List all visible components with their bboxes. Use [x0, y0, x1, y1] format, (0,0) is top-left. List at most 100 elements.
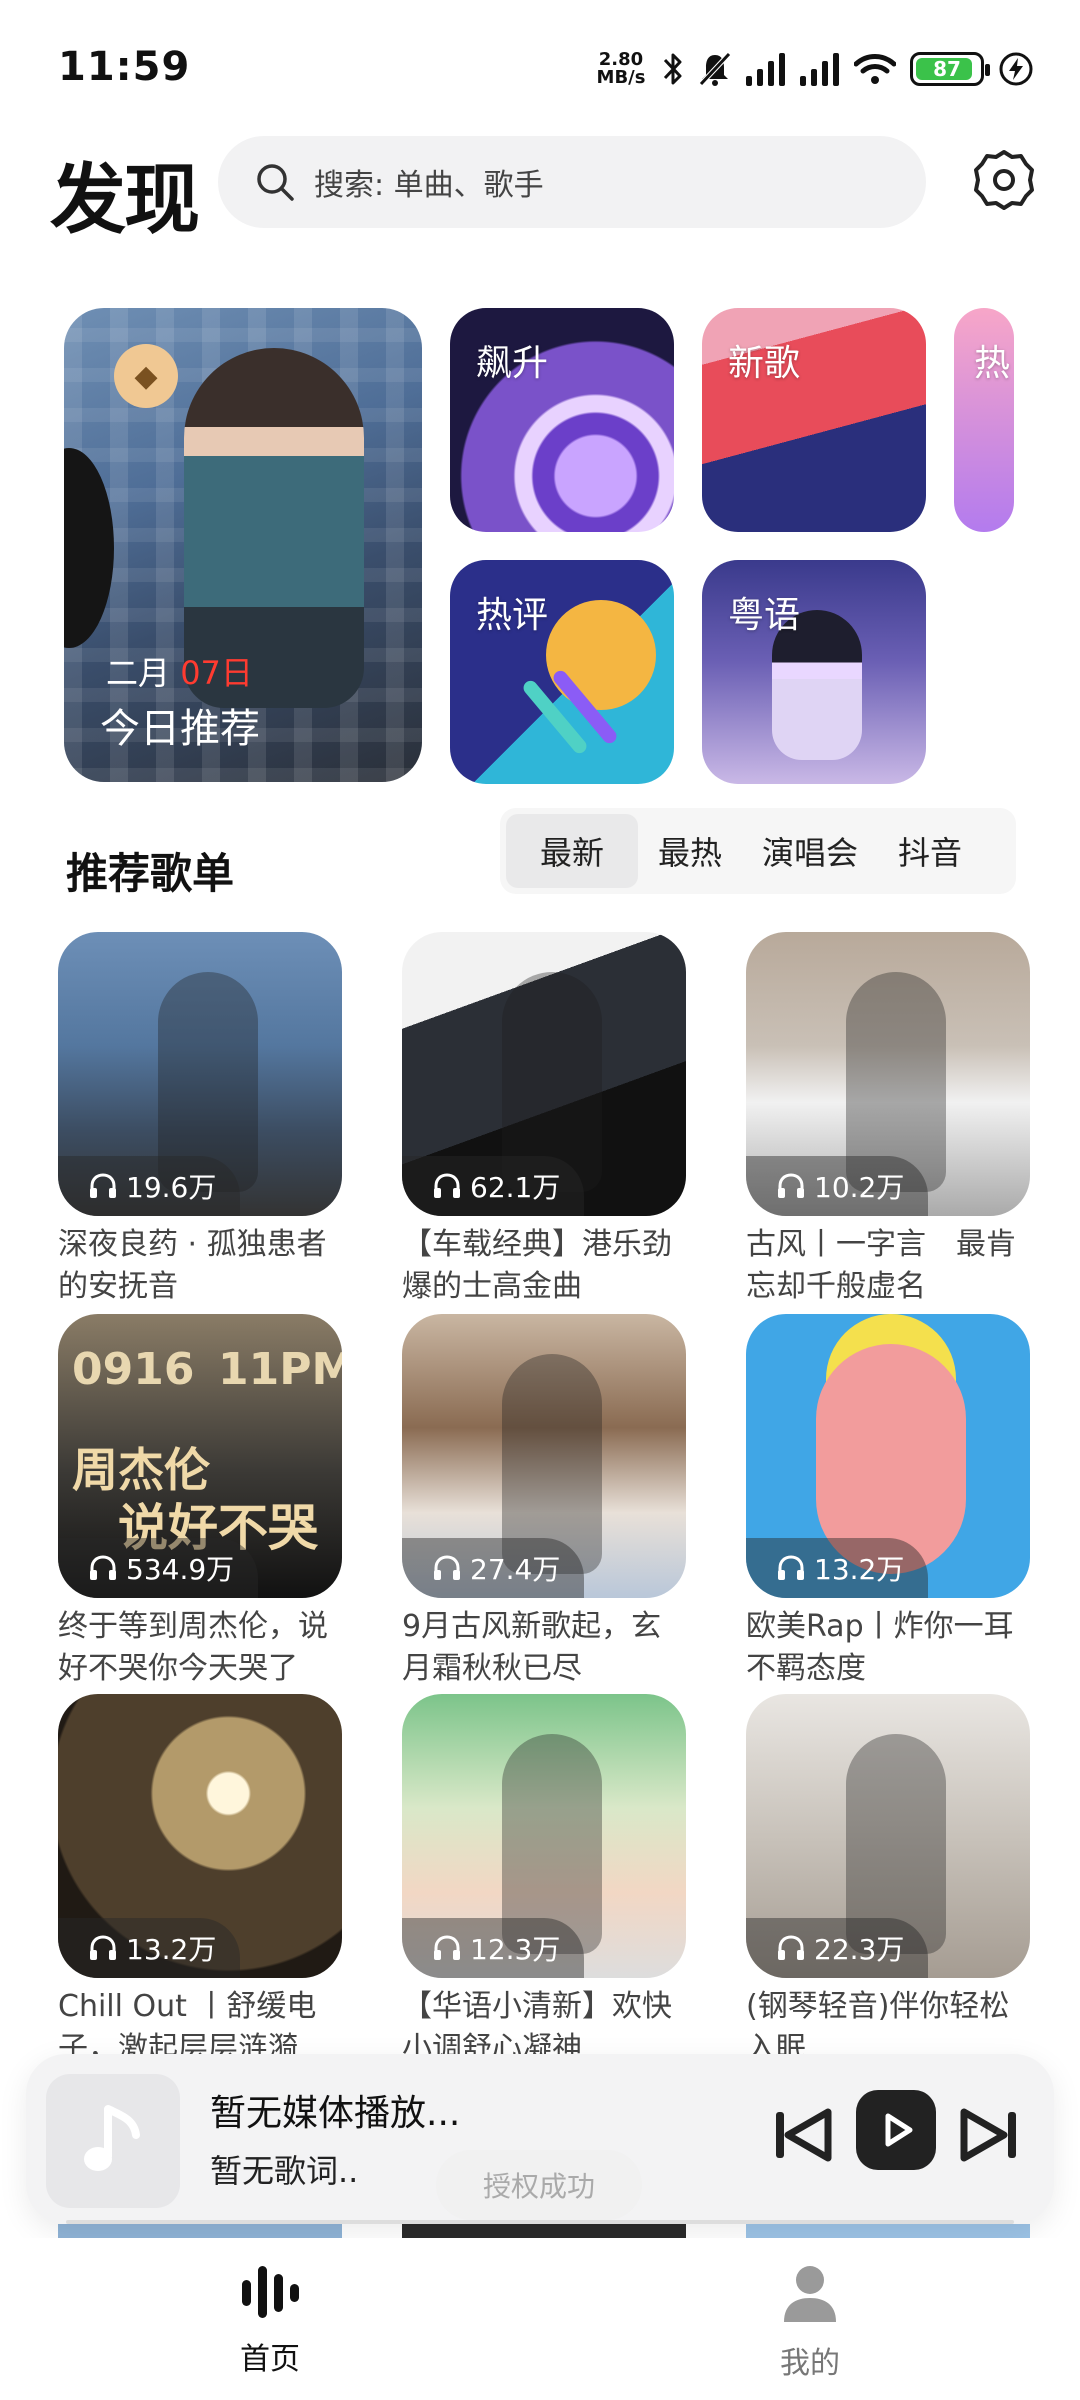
- play-count-value: 13.2万: [814, 1553, 905, 1586]
- headphones-icon: [434, 1173, 460, 1198]
- playlist-cover: 62.1万: [402, 932, 686, 1216]
- chart-tile-cantonese[interactable]: 粤语: [702, 560, 926, 784]
- nav-home[interactable]: 首页: [170, 2262, 370, 2378]
- discover-page: 11:59 2.80 MB/s 87 发现 搜索: 单曲、歌手 ◆ 二月 07日…: [0, 0, 1080, 2400]
- playback-progress[interactable]: [66, 2220, 1014, 2224]
- playlist-cover: 13.2万: [746, 1314, 1030, 1598]
- play-count-value: 13.2万: [126, 1933, 217, 1966]
- cover-text: 0916: [72, 1344, 195, 1395]
- playlist-cover-peek: [402, 2224, 686, 2238]
- playlist-cover: 19.6万: [58, 932, 342, 1216]
- playlist-name: 欧美Rap丨炸你一耳不羁态度: [746, 1609, 1014, 1686]
- playlist-cover: 10.2万: [746, 932, 1030, 1216]
- tab-douyin[interactable]: 抖音: [878, 814, 982, 888]
- playlist-card[interactable]: 62.1万 【车载经典】港乐劲爆的士高金曲: [402, 932, 686, 1308]
- tile-art: [546, 600, 656, 710]
- headphones-icon: [778, 1173, 804, 1198]
- playlist-name: 深夜良药 · 孤独患者的安抚音: [58, 1227, 327, 1304]
- search-icon: [257, 164, 294, 201]
- play-icon: [885, 2113, 913, 2147]
- nav-me[interactable]: 我的: [710, 2262, 910, 2382]
- play-count: 27.4万: [402, 1538, 585, 1598]
- chart-tile-hot-comments[interactable]: 热评: [450, 560, 674, 784]
- playlist-card[interactable]: 27.4万 9月古风新歌起，玄月霜秋秋已尽: [402, 1314, 686, 1690]
- play-count-value: 27.4万: [470, 1553, 561, 1586]
- headphones-icon: [434, 1555, 460, 1580]
- play-count: 13.2万: [746, 1538, 929, 1598]
- net-speed-unit: MB/s: [596, 67, 646, 88]
- tab-concert[interactable]: 演唱会: [742, 814, 878, 888]
- date-day: 07日: [180, 654, 253, 692]
- cover-text: 11PM: [218, 1344, 342, 1395]
- tile-label: 新歌: [728, 343, 801, 384]
- tile-label: 热: [974, 343, 1011, 384]
- playlist-card[interactable]: 12.3万 【华语小清新】欢快小调舒心凝神: [402, 1694, 686, 2070]
- playlist-card[interactable]: 0916 11PM 周杰伦 说好不哭 534.9万 终于等到周杰伦，说好不哭你今…: [58, 1314, 342, 1690]
- headphones-icon: [90, 1935, 116, 1960]
- play-count-value: 10.2万: [814, 1171, 905, 1204]
- music-note-icon: [84, 2105, 140, 2171]
- tile-label: 粤语: [728, 595, 801, 636]
- toast-message: 授权成功: [436, 2150, 642, 2220]
- page-title: 发现: [50, 155, 200, 244]
- playlist-card[interactable]: 19.6万 深夜良药 · 孤独患者的安抚音: [58, 932, 342, 1308]
- chart-tile-hot[interactable]: 热: [954, 308, 1014, 532]
- battery-level: 87: [933, 57, 961, 81]
- play-button[interactable]: [856, 2090, 936, 2170]
- tile-label: 热评: [476, 595, 549, 636]
- now-playing-lyric: 暂无歌词..: [210, 2152, 359, 2190]
- section-title: 推荐歌单: [66, 849, 235, 898]
- play-count-value: 62.1万: [470, 1171, 561, 1204]
- headphones-icon: [434, 1935, 460, 1960]
- play-count: 62.1万: [402, 1156, 585, 1216]
- play-count: 19.6万: [58, 1156, 241, 1216]
- headphones-icon: [90, 1173, 116, 1198]
- playlist-cover: 22.3万: [746, 1694, 1030, 1978]
- play-count-value: 12.3万: [470, 1933, 561, 1966]
- headphones-icon: [778, 1935, 804, 1960]
- play-count: 534.9万: [58, 1538, 259, 1598]
- next-icon[interactable]: [956, 2102, 1022, 2168]
- today-recommend-card[interactable]: ◆ 二月 07日 今日推荐: [64, 308, 422, 782]
- playlist-card[interactable]: 13.2万 Chill Out 丨舒缓电子，激起层层涟漪: [58, 1694, 342, 2070]
- play-count: 12.3万: [402, 1918, 585, 1978]
- playlist-filter-tabs: 最新 最热 演唱会 抖音: [500, 808, 1016, 894]
- charging-icon: [999, 52, 1033, 86]
- bars-icon: [242, 2266, 299, 2318]
- chart-tile-rising[interactable]: 飙升: [450, 308, 674, 532]
- playlist-cover: 27.4万: [402, 1314, 686, 1598]
- bottom-nav: 首页 我的: [0, 2238, 1080, 2400]
- playlist-card[interactable]: 13.2万 欧美Rap丨炸你一耳不羁态度: [746, 1314, 1030, 1690]
- album-art-placeholder: [46, 2074, 180, 2208]
- headphones-icon: [778, 1555, 804, 1580]
- previous-icon[interactable]: [770, 2102, 836, 2168]
- chart-tile-new[interactable]: 新歌: [702, 308, 926, 532]
- gear-icon[interactable]: [972, 148, 1036, 212]
- wifi-icon: [854, 54, 896, 84]
- play-count: 10.2万: [746, 1156, 929, 1216]
- date-month: 二月: [106, 654, 171, 692]
- playlist-cover: 0916 11PM 周杰伦 说好不哭 534.9万: [58, 1314, 342, 1598]
- headphones-icon: [90, 1555, 116, 1580]
- tab-hottest[interactable]: 最热: [638, 814, 742, 888]
- mute-icon: [699, 52, 731, 86]
- nav-label: 我的: [780, 2346, 840, 2381]
- status-time: 11:59: [58, 44, 191, 90]
- playlist-card[interactable]: 10.2万 古风丨一字言 最肯忘却千般虚名: [746, 932, 1030, 1308]
- signal-icon: [800, 53, 839, 86]
- play-count: 22.3万: [746, 1918, 929, 1978]
- play-count-value: 534.9万: [126, 1553, 235, 1586]
- signal-icon: [746, 53, 785, 86]
- play-count: 13.2万: [58, 1918, 241, 1978]
- playlist-name: 9月古风新歌起，玄月霜秋秋已尽: [402, 1609, 662, 1686]
- playlist-card[interactable]: 22.3万 (钢琴轻音)伴你轻松入眠: [746, 1694, 1030, 2070]
- battery-icon: 87: [910, 52, 990, 86]
- playlist-name: 古风丨一字言 最肯忘却千般虚名: [746, 1227, 1016, 1304]
- diamond-icon: ◆: [114, 344, 178, 408]
- now-playing-title: 暂无媒体播放...: [210, 2093, 461, 2134]
- tab-latest[interactable]: 最新: [506, 814, 639, 888]
- search-input[interactable]: 搜索: 单曲、歌手: [218, 136, 926, 228]
- person-icon: [784, 2266, 836, 2322]
- recommend-date: 二月 07日: [106, 648, 253, 694]
- search-placeholder: 搜索: 单曲、歌手: [314, 168, 544, 203]
